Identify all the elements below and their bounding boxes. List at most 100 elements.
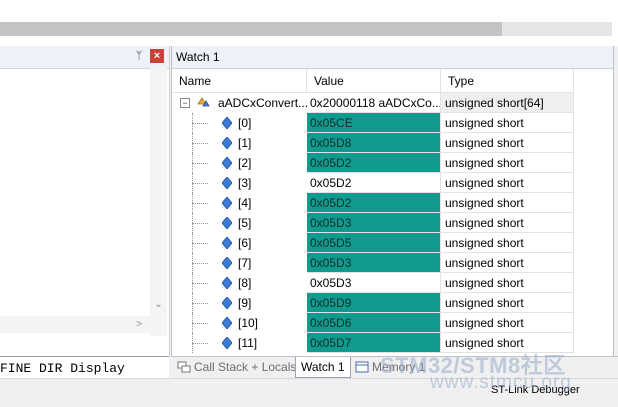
element-index: [3] <box>238 176 252 190</box>
element-index: [11] <box>238 336 258 350</box>
element-value[interactable]: 0x05D3 <box>307 253 441 273</box>
element-type: unsigned short <box>441 313 574 333</box>
watch-cell-name: [0] <box>172 113 307 133</box>
element-index: [10] <box>238 316 259 330</box>
watch-window-title: Watch 1 <box>176 50 220 64</box>
variable-diamond-icon <box>222 177 232 189</box>
command-line[interactable]: FINE DIR Display <box>0 356 169 379</box>
element-value[interactable]: 0x05D3 <box>307 213 441 233</box>
watch-cell-name: [6] <box>172 233 307 253</box>
element-type: unsigned short <box>441 233 574 253</box>
element-type: unsigned short <box>441 213 574 233</box>
watch-row[interactable]: [4] 0x05D2 unsigned short <box>172 193 574 213</box>
tree-connector <box>192 263 208 264</box>
element-value[interactable]: 0x05D3 <box>307 273 441 293</box>
variable-diamond-icon <box>222 297 232 309</box>
tab-watch1-label: Watch 1 <box>301 360 345 374</box>
watch-cell-name: [7] <box>172 253 307 273</box>
element-index: [2] <box>238 156 252 170</box>
call-stack-icon <box>177 361 191 373</box>
watch-row[interactable]: [1] 0x05D8 unsigned short <box>172 133 574 153</box>
vertical-scrollbar[interactable] <box>150 68 167 336</box>
watch-row[interactable]: [9] 0x05D9 unsigned short <box>172 293 574 313</box>
watch-cell-name: [11] <box>172 333 307 353</box>
column-header-name[interactable]: Name <box>172 69 307 93</box>
watch-cell-name: [1] <box>172 133 307 153</box>
parent-variable-type: unsigned short[64] <box>441 93 574 113</box>
element-index: [5] <box>238 216 252 230</box>
watch-cell-name: − aADCxConvert... <box>172 93 307 113</box>
tree-connector <box>192 163 208 164</box>
horizontal-scrollbar-thumb[interactable] <box>0 22 502 36</box>
tree-connector <box>192 123 208 124</box>
variable-diamond-icon <box>222 197 232 209</box>
variable-diamond-icon <box>222 257 232 269</box>
tree-connector <box>192 223 208 224</box>
scroll-right-arrow-icon[interactable]: > <box>132 318 146 332</box>
element-value[interactable]: 0x05D6 <box>307 313 441 333</box>
tree-connector <box>192 343 208 344</box>
watch-row[interactable]: [3] 0x05D2 unsigned short <box>172 173 574 193</box>
command-line-text: FINE DIR Display <box>0 361 125 376</box>
variable-diamond-icon <box>222 277 232 289</box>
parent-variable-name: aADCxConvert... <box>218 96 307 110</box>
watch-window-header: Watch 1 <box>172 46 613 69</box>
watch-row-parent[interactable]: − aADCxConvert... 0x20000118 aADCxCo... … <box>172 93 574 113</box>
tree-connector <box>192 203 208 204</box>
tree-connector <box>192 143 208 144</box>
element-index: [7] <box>238 256 252 270</box>
watch-row[interactable]: [2] 0x05D2 unsigned short <box>172 153 574 173</box>
element-type: unsigned short <box>441 113 574 133</box>
scroll-down-arrow-icon[interactable]: ⌄ <box>150 298 167 312</box>
tree-connector <box>192 183 208 184</box>
element-index: [4] <box>238 196 252 210</box>
tree-connector <box>192 243 208 244</box>
watch-row[interactable]: [8] 0x05D3 unsigned short <box>172 273 574 293</box>
pin-icon[interactable]: ᛘ <box>133 50 145 62</box>
left-panel: ᛘ × ⌄ > <box>0 46 170 356</box>
collapse-toggle-icon[interactable]: − <box>180 98 190 108</box>
tab-watch1[interactable]: Watch 1 <box>295 357 351 378</box>
watch-row[interactable]: [7] 0x05D3 unsigned short <box>172 253 574 273</box>
column-header-value[interactable]: Value <box>307 69 441 93</box>
memory-icon <box>355 361 369 373</box>
column-header-type[interactable]: Type <box>441 69 574 93</box>
watch-row[interactable]: [6] 0x05D5 unsigned short <box>172 233 574 253</box>
element-type: unsigned short <box>441 133 574 153</box>
watermark-url: www.stmcu.org <box>430 372 572 393</box>
element-type: unsigned short <box>441 173 574 193</box>
top-editor-area <box>0 0 618 46</box>
parent-variable-value[interactable]: 0x20000118 aADCxCo... <box>307 93 441 113</box>
element-value[interactable]: 0x05D2 <box>307 153 441 173</box>
watch-cell-name: [5] <box>172 213 307 233</box>
watch-row[interactable]: [5] 0x05D3 unsigned short <box>172 213 574 233</box>
element-index: [0] <box>238 116 252 130</box>
close-icon[interactable]: × <box>150 49 164 63</box>
watch-row[interactable]: [10] 0x05D6 unsigned short <box>172 313 574 333</box>
left-panel-header: ᛘ × <box>0 46 169 69</box>
element-type: unsigned short <box>441 293 574 313</box>
element-value[interactable]: 0x05D9 <box>307 293 441 313</box>
tab-call-stack-label: Call Stack + Locals <box>194 360 297 374</box>
watch-cell-name: [8] <box>172 273 307 293</box>
element-index: [9] <box>238 296 252 310</box>
element-type: unsigned short <box>441 193 574 213</box>
element-type: unsigned short <box>441 253 574 273</box>
tree-connector <box>192 283 208 284</box>
tree-connector <box>192 323 208 324</box>
watch-window: Watch 1 Name Value Type − aADCxConvert..… <box>171 46 614 356</box>
element-value[interactable]: 0x05D2 <box>307 173 441 193</box>
element-value[interactable]: 0x05CE <box>307 113 441 133</box>
watch-cell-name: [3] <box>172 173 307 193</box>
variable-diamond-icon <box>222 237 232 249</box>
element-value[interactable]: 0x05D8 <box>307 133 441 153</box>
element-index: [1] <box>238 136 252 150</box>
variable-diamond-icon <box>222 157 232 169</box>
element-value[interactable]: 0x05D5 <box>307 233 441 253</box>
horizontal-scrollbar[interactable] <box>0 316 150 333</box>
element-value[interactable]: 0x05D2 <box>307 193 441 213</box>
watch-row[interactable]: [0] 0x05CE unsigned short <box>172 113 574 133</box>
element-index: [8] <box>238 276 252 290</box>
watch-rows: − aADCxConvert... 0x20000118 aADCxCo... … <box>172 93 574 353</box>
tab-call-stack[interactable]: Call Stack + Locals <box>177 357 296 377</box>
